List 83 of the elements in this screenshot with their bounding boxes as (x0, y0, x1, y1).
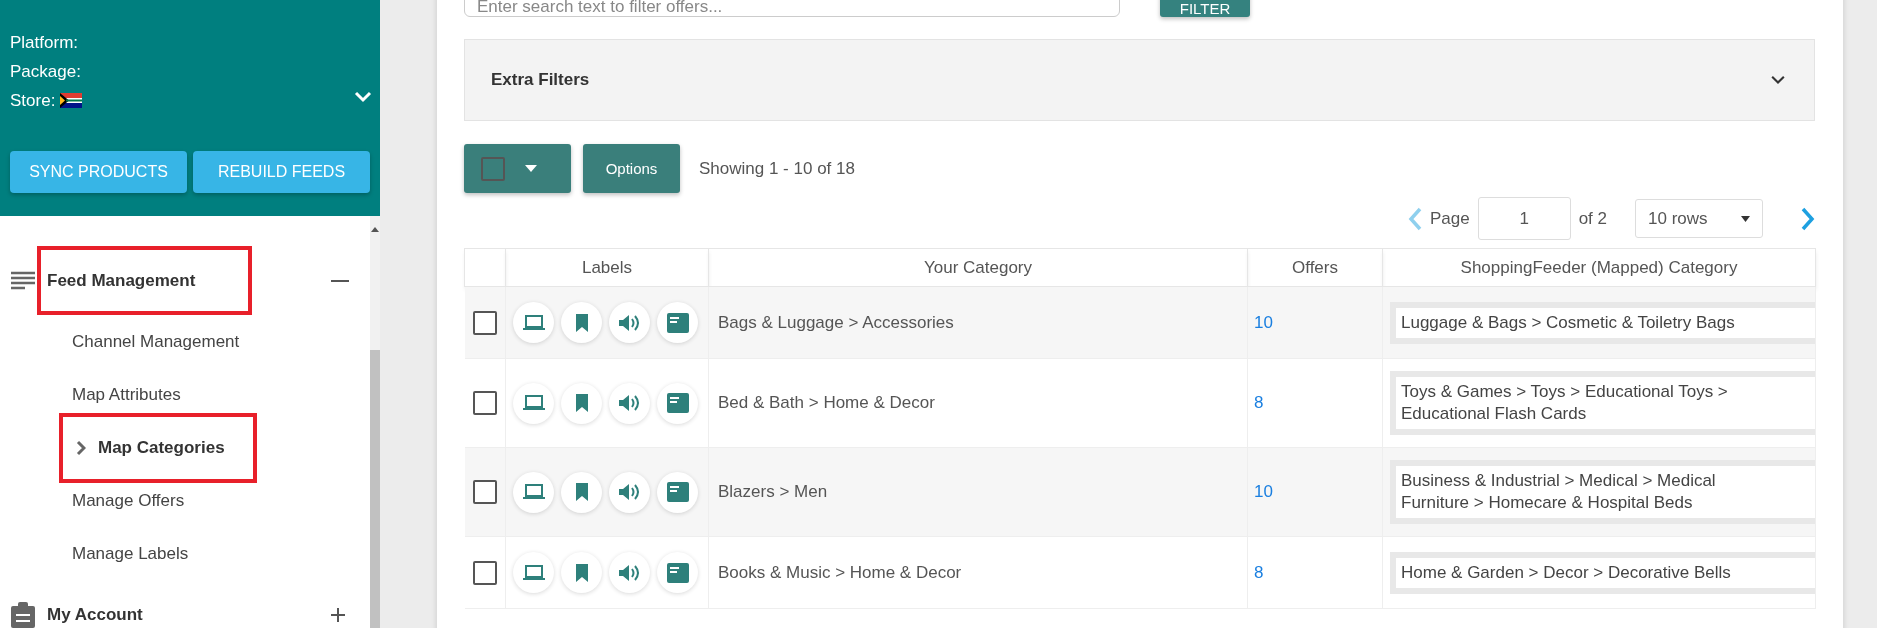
card-icon (666, 393, 689, 413)
scroll-up-icon[interactable] (371, 226, 379, 232)
card-icon (666, 312, 689, 333)
speaker-icon (618, 563, 641, 582)
scrollbar[interactable] (370, 216, 380, 628)
label-button[interactable] (657, 302, 698, 343)
nav-subitem[interactable]: Manage Labels (67, 526, 189, 581)
card-icon (666, 482, 689, 502)
checkbox[interactable] (472, 560, 497, 585)
checkbox[interactable] (472, 480, 497, 504)
caret-icon (1741, 215, 1750, 222)
nav-subitem[interactable]: Manage Offers (67, 473, 185, 528)
table-cell: Books & Music > Home & Decor (708, 536, 1248, 609)
label-button[interactable] (561, 302, 602, 343)
next-page-icon[interactable] (1801, 206, 1815, 231)
label-button[interactable] (657, 382, 698, 424)
table-cell: Bags & Luggage > Accessories (708, 286, 1248, 359)
offers-link[interactable]: 8 (1247, 358, 1383, 448)
nav-item[interactable]: My Account (41, 584, 248, 628)
extra-filters-panel[interactable]: Extra Filters (464, 39, 1815, 121)
checkbox[interactable] (472, 310, 497, 335)
flag-icon (60, 93, 83, 108)
offers-link[interactable]: 10 (1247, 286, 1383, 359)
column-header: Offers (1247, 248, 1383, 287)
mapped-category-field[interactable]: Luggage & Bags > Cosmetic & Toiletry Bags (1390, 301, 1815, 344)
mapped-category-field[interactable]: Home & Garden > Decor > Decorative Bells (1390, 551, 1815, 594)
rows-select[interactable]: 10 rows (1635, 199, 1763, 238)
laptop-icon (522, 484, 545, 500)
speaker-icon (618, 483, 641, 501)
column-header: Your Category (708, 248, 1248, 287)
label-button[interactable] (657, 471, 698, 513)
store-info-text: Platform: (10, 32, 79, 53)
nav-subitem[interactable]: Map Categories (67, 420, 249, 475)
checkbox[interactable] (481, 156, 505, 181)
page-count: of 2 (1578, 208, 1607, 229)
offers-link[interactable]: 8 (1247, 536, 1383, 609)
label-button[interactable] (609, 471, 650, 513)
label-button[interactable] (513, 471, 554, 513)
store-info-text: Store: (10, 90, 56, 111)
label-button[interactable] (609, 382, 650, 424)
nav-subitem[interactable]: Channel Management (67, 314, 240, 369)
bookmark-icon (574, 394, 589, 412)
nav-subitem[interactable]: Map Attributes (67, 367, 181, 422)
table-cell: Bed & Bath > Home & Decor (708, 358, 1248, 448)
mapped-category-field[interactable]: Business & Industrial > Medical > Medical Furniture > Homecare & Hospital Beds (1390, 460, 1815, 524)
label-button[interactable] (609, 552, 650, 593)
store-info-text: Package: (10, 61, 81, 82)
lines-icon (11, 270, 35, 291)
checkbox[interactable] (472, 391, 497, 415)
label-button[interactable] (513, 302, 554, 343)
caret-icon (525, 165, 537, 172)
label-button[interactable] (513, 382, 554, 424)
speaker-icon (618, 394, 641, 412)
label-button[interactable] (657, 552, 698, 593)
collapse-icon[interactable] (331, 279, 349, 282)
table-cell: Blazers > Men (708, 447, 1248, 537)
results-count: Showing 1 - 10 of 18 (699, 158, 855, 179)
label-button[interactable] (561, 382, 602, 424)
label-button[interactable] (561, 552, 602, 593)
laptop-icon (522, 395, 545, 411)
label-button[interactable] (561, 471, 602, 513)
laptop-icon (522, 314, 545, 331)
expand-icon[interactable] (331, 607, 345, 622)
bookmark-icon (574, 313, 589, 332)
bookmark-icon (574, 563, 589, 582)
chevron-right-icon (76, 439, 86, 456)
card-icon (666, 562, 689, 583)
laptop-icon (522, 564, 545, 581)
label-button[interactable] (513, 552, 554, 593)
column-header: Labels (505, 248, 709, 287)
offers-link[interactable]: 10 (1247, 447, 1383, 537)
chevron-down-icon[interactable] (354, 91, 372, 103)
bookmark-icon (574, 483, 589, 501)
options-button[interactable]: Options (583, 144, 680, 193)
page-label: Page (1429, 208, 1470, 229)
page-field[interactable]: 1 (1477, 197, 1571, 240)
label-button[interactable] (609, 302, 650, 343)
filter-button[interactable]: FILTER (1160, 0, 1250, 17)
column-header: ShoppingFeeder (Mapped) Category (1382, 248, 1816, 287)
search-field[interactable]: Enter search text to filter offers... (464, 0, 1120, 17)
panel-title: Extra Filters (491, 70, 590, 90)
speaker-icon (618, 313, 641, 332)
mapped-category-field[interactable]: Toys & Games > Toys > Educational Toys > Educational Flash Cards (1390, 371, 1815, 435)
